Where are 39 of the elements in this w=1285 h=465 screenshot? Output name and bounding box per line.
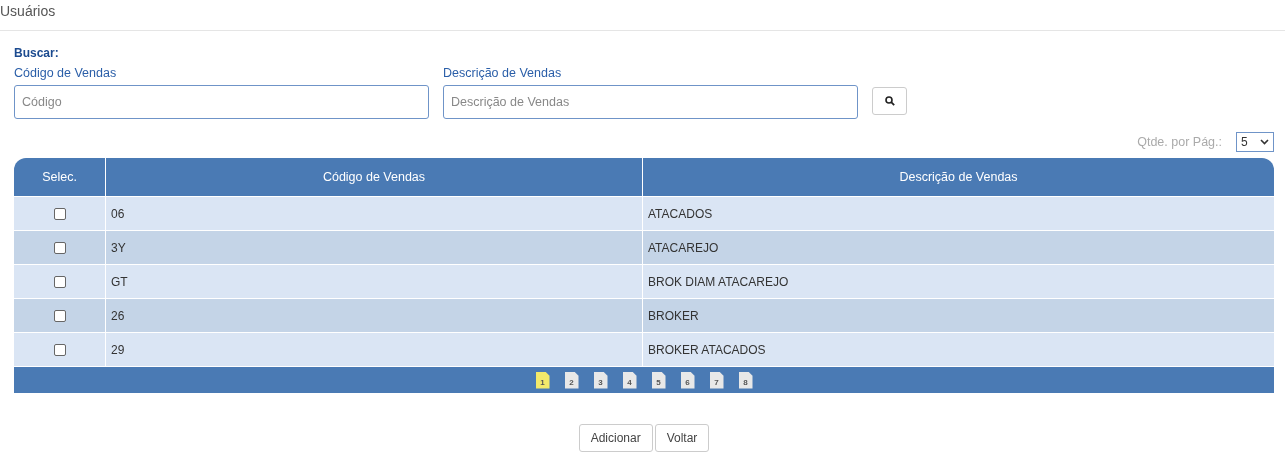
column-header: Código de Vendas [105,158,643,197]
row-checkbox[interactable] [53,208,66,221]
table-cell: 3Y [105,230,643,265]
table-cell: BROKER ATACADOS [642,332,1274,366]
page-size-label: Qtde. por Pág.: [1137,135,1222,149]
row-checkbox[interactable] [53,276,66,289]
field-label: Descrição de Vendas [443,66,562,80]
column-header: Descrição de Vendas [642,158,1274,197]
table-cell: 06 [105,196,643,231]
action-button[interactable]: Voltar [654,424,710,452]
row-checkbox[interactable] [53,344,66,357]
page-link[interactable]: 5 [651,371,666,389]
table-cell: ATACADOS [642,196,1274,231]
search-button[interactable] [872,87,907,115]
row-checkbox[interactable] [53,242,66,255]
row-checkbox[interactable] [53,310,66,323]
input-field[interactable]: Código [14,85,429,119]
table-cell: BROK DIAM ATACAREJO [642,264,1274,299]
page-link[interactable]: 6 [680,371,695,389]
table-cell: 29 [105,332,643,366]
page-title: Usuários [0,3,56,19]
search-heading: Buscar: [14,46,59,60]
column-header: Selec. [14,158,106,197]
page-link[interactable]: 2 [564,371,579,389]
page-link[interactable]: 8 [738,371,753,389]
table-cell: BROKER [642,298,1274,333]
action-button[interactable]: Adicionar [578,424,653,452]
input-field[interactable]: Descrição de Vendas [443,85,858,119]
page-size-select[interactable]: 5 [1236,132,1274,152]
page-link[interactable]: 1 [535,371,550,389]
chevron-down-icon [1260,139,1269,145]
field-label: Código de Vendas [14,66,117,80]
table-cell: GT [105,264,643,299]
page-link[interactable]: 7 [709,371,724,389]
page-link[interactable]: 4 [622,371,637,389]
table-cell: 26 [105,298,643,333]
search-icon [884,96,895,106]
page-link[interactable]: 3 [593,371,608,389]
table-cell: ATACAREJO [642,230,1274,265]
